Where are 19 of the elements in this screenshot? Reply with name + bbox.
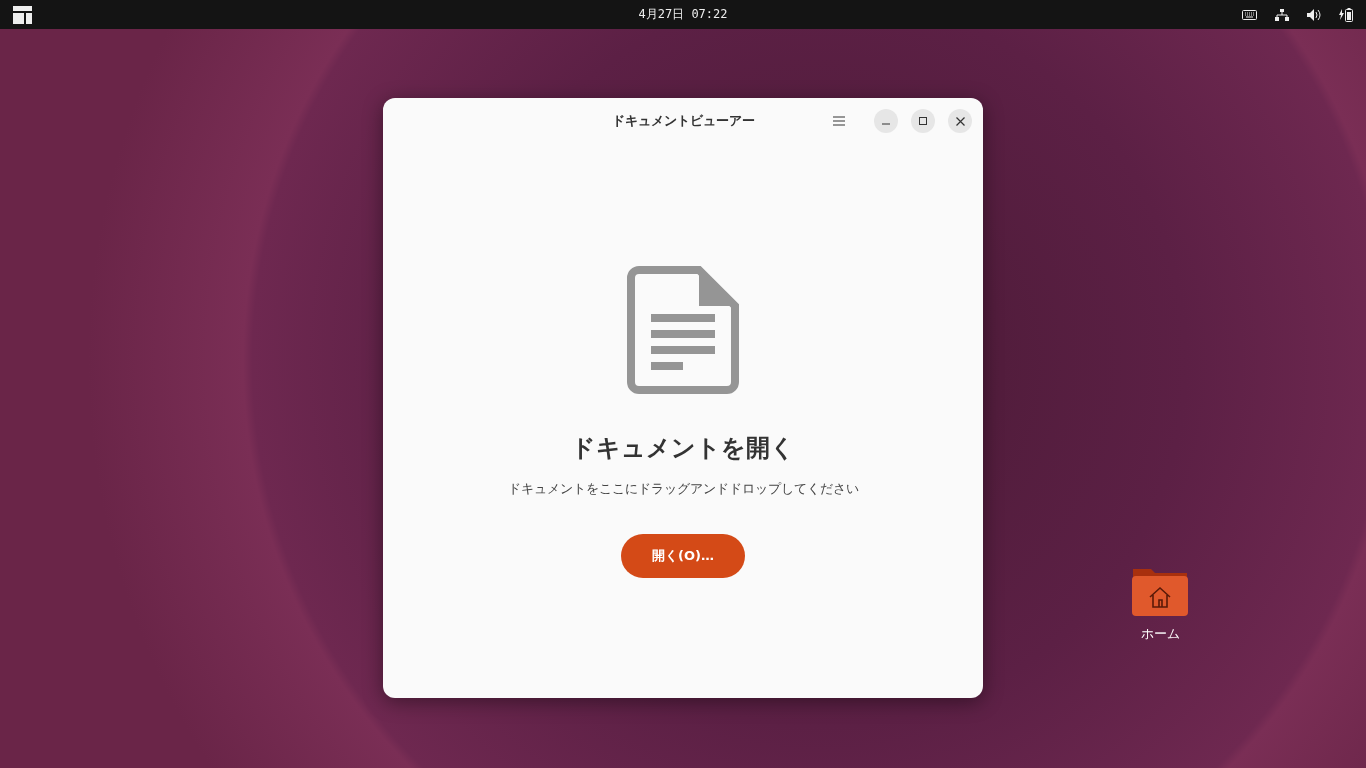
network-icon[interactable] (1275, 8, 1289, 21)
open-button[interactable]: 開く(O)… (621, 534, 745, 578)
hint-text: ドキュメントをここにドラッグアンドドロップしてください (507, 480, 859, 498)
clock[interactable]: 4月27日 07:22 (638, 6, 728, 23)
battery-icon[interactable] (1339, 7, 1353, 22)
folder-label[interactable]: ホーム (1140, 625, 1180, 643)
home-folder-icon[interactable] (1131, 567, 1189, 617)
minimize-button[interactable] (874, 109, 898, 133)
heading: ドキュメントを開く (571, 433, 795, 464)
document-icon (627, 266, 739, 394)
maximize-icon (919, 117, 927, 125)
maximize-button[interactable] (911, 109, 935, 133)
volume-icon[interactable] (1307, 8, 1321, 21)
close-icon (955, 116, 965, 126)
keyboard-icon[interactable] (1242, 9, 1257, 20)
window-title: ドキュメントビューアー (611, 112, 755, 130)
close-button[interactable] (948, 109, 972, 133)
menu-icon[interactable] (833, 116, 845, 126)
layout-icon[interactable] (13, 5, 32, 24)
